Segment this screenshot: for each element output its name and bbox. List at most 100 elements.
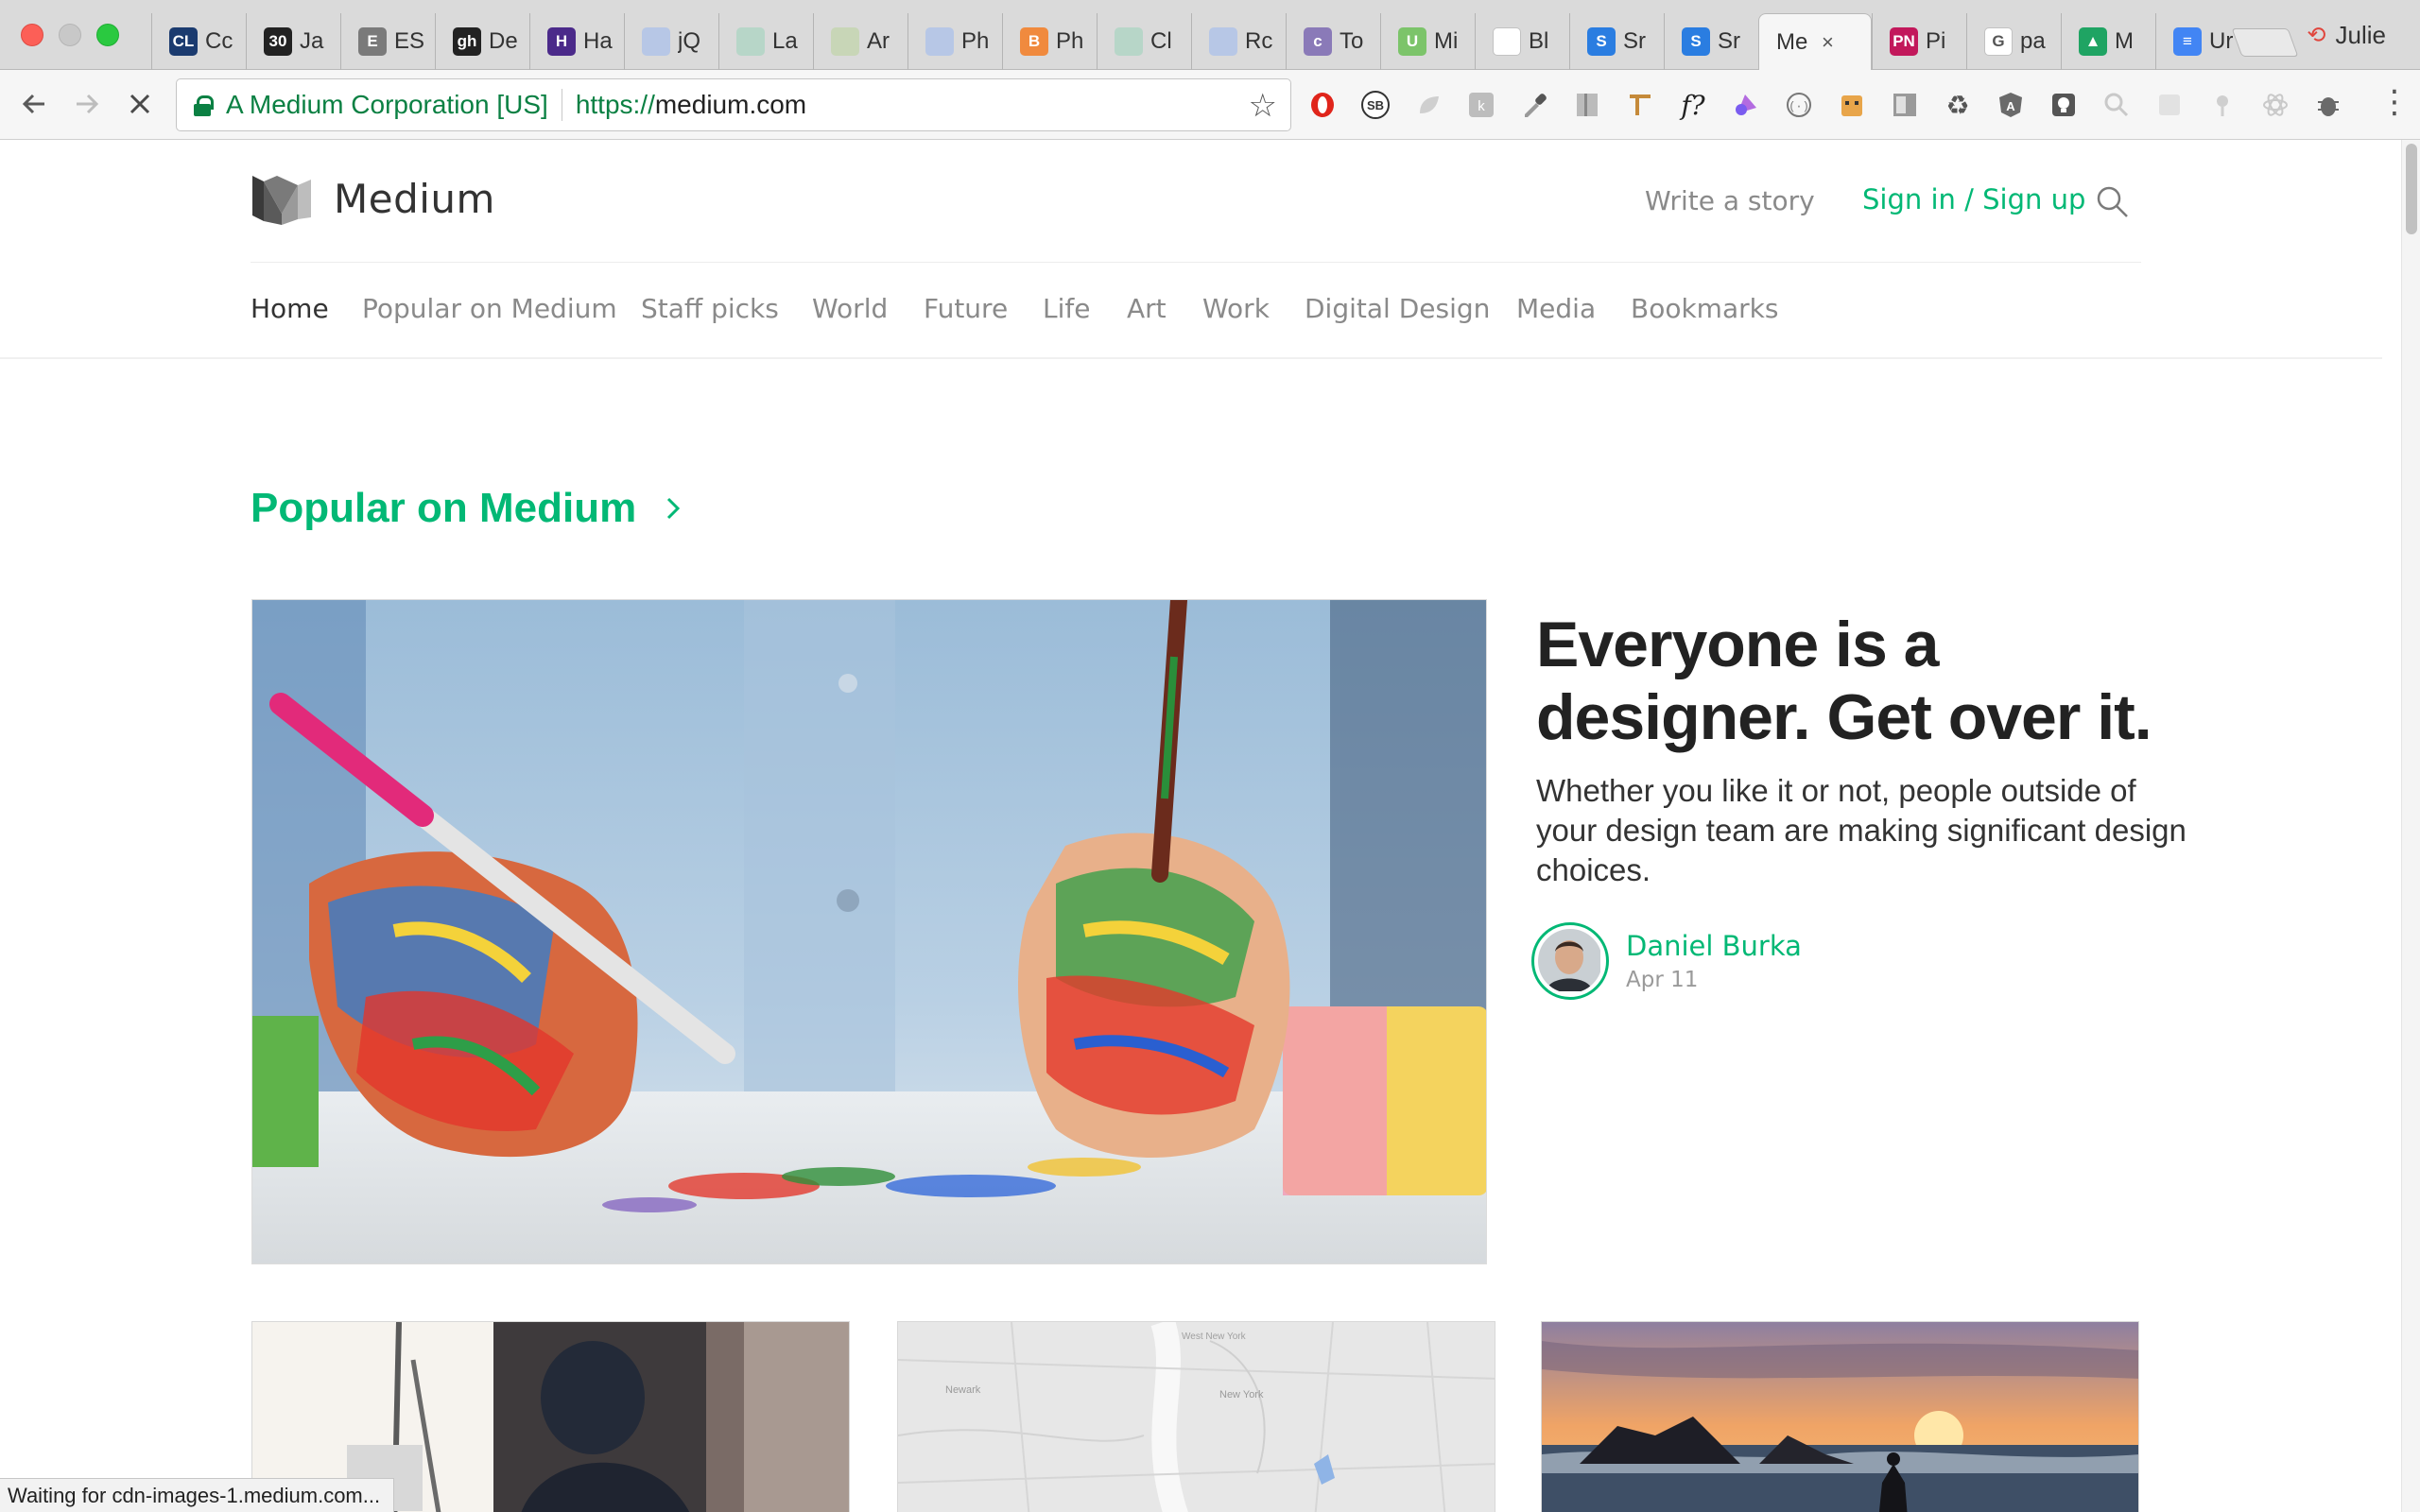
browser-tab[interactable]: La — [718, 13, 813, 70]
browser-tabs: CL Cc 30 Ja E ES gh De H Ha jQ La Ar Ph B Ph Cl Rc c To U Mi B… — [151, 13, 2250, 70]
whatfont-extension-icon[interactable]: f? — [1675, 87, 1711, 123]
dimensions-extension-icon[interactable] — [1622, 87, 1658, 123]
sync-error-icon: ⟲ — [2307, 23, 2326, 48]
scrollbar-thumb[interactable] — [2406, 144, 2417, 234]
tab-favicon-icon — [831, 27, 859, 56]
secure-lock-icon — [194, 95, 214, 116]
recycle-extension-icon[interactable]: ♻ — [1940, 87, 1976, 123]
nav-item-digital-design[interactable]: Digital Design — [1305, 293, 1490, 324]
nav-item-home[interactable]: Home — [251, 293, 329, 324]
browser-tab[interactable]: jQ — [624, 13, 718, 70]
robot-extension-icon[interactable] — [1834, 87, 1870, 123]
browser-tab[interactable]: Rc — [1191, 13, 1286, 70]
eyedropper-icon[interactable] — [1516, 87, 1552, 123]
browser-tab[interactable]: Ph — [908, 13, 1002, 70]
close-window-button[interactable] — [21, 24, 43, 46]
section-title[interactable]: Popular on Medium — [251, 485, 636, 532]
tab-favicon-icon: U — [1398, 27, 1426, 56]
nav-item-work[interactable]: Work — [1202, 293, 1270, 324]
story-card-image[interactable] — [1541, 1321, 2139, 1512]
hero-image[interactable] — [251, 599, 1487, 1264]
bookmark-star-icon[interactable]: ☆ — [1249, 87, 1277, 125]
browser-toolbar: A Medium Corporation [US] https:// mediu… — [0, 70, 2420, 140]
nav-item-life[interactable]: Life — [1043, 293, 1090, 324]
author-name[interactable]: Daniel Burka — [1626, 930, 1802, 962]
browser-tab[interactable]: Bl — [1475, 13, 1569, 70]
profile-button[interactable]: ⟲ Julie — [2307, 21, 2386, 50]
nav-item-popular[interactable]: Popular on Medium — [362, 293, 617, 324]
new-tab-button[interactable] — [2231, 28, 2299, 57]
bug-extension-icon[interactable] — [2310, 87, 2346, 123]
tab-favicon-icon: S — [1587, 27, 1616, 56]
logo-wordmark: Medium — [334, 175, 495, 222]
nav-item-future[interactable]: Future — [924, 293, 1008, 324]
profile-name: Julie — [2335, 21, 2386, 49]
angular-extension-icon[interactable]: A — [1993, 87, 2029, 123]
back-button[interactable] — [13, 83, 55, 125]
section-header-popular[interactable]: Popular on Medium — [251, 485, 683, 532]
code-extension-icon[interactable]: (·) — [1781, 87, 1817, 123]
tab-close-icon[interactable]: × — [1822, 30, 1834, 55]
pin-extension-icon[interactable] — [2204, 87, 2240, 123]
forward-button[interactable] — [66, 83, 108, 125]
sb-extension-icon[interactable]: SB — [1357, 87, 1393, 123]
search-icon[interactable] — [2094, 183, 2132, 221]
browser-tab[interactable]: ▲ M — [2061, 13, 2155, 70]
tab-title: Pi — [1926, 28, 1946, 54]
story-card-image[interactable]: Newark New York West New York — [897, 1321, 1495, 1512]
nav-item-world[interactable]: World — [812, 293, 888, 324]
browser-tab[interactable]: Gpa — [1966, 13, 2061, 70]
tab-favicon-icon — [1115, 27, 1143, 56]
write-a-story-link[interactable]: Write a story — [1645, 185, 1815, 216]
ev-certificate-label[interactable]: A Medium Corporation [US] — [226, 90, 548, 120]
chevron-right-icon — [667, 497, 681, 520]
page-scrollbar[interactable] — [2401, 140, 2420, 1512]
browser-tab[interactable]: U Mi — [1380, 13, 1475, 70]
tab-title: Me — [1776, 28, 1808, 55]
nav-item-art[interactable]: Art — [1127, 293, 1167, 324]
browser-tab[interactable]: 30 Ja — [246, 13, 340, 70]
browser-tab[interactable]: Cl — [1097, 13, 1191, 70]
k-extension-icon[interactable]: k — [1463, 87, 1499, 123]
medium-logo[interactable]: Medium — [251, 172, 495, 225]
nav-item-bookmarks[interactable]: Bookmarks — [1631, 293, 1778, 324]
site-header: Medium Write a story Sign in / Sign up — [251, 140, 2141, 263]
layout-extension-icon[interactable] — [1887, 87, 1923, 123]
browser-tab[interactable]: PN Pi — [1872, 13, 1966, 70]
react-extension-icon[interactable] — [2257, 87, 2293, 123]
nav-item-staff-picks[interactable]: Staff picks — [641, 293, 779, 324]
browser-tab[interactable]: E ES — [340, 13, 435, 70]
browser-tab-active[interactable]: Me × — [1758, 13, 1872, 70]
post-date: Apr 11 — [1626, 968, 1699, 992]
nav-item-media[interactable]: Media — [1516, 293, 1596, 324]
bulb-extension-icon[interactable] — [2046, 87, 2082, 123]
opera-extension-icon[interactable] — [1305, 87, 1340, 123]
browser-tab[interactable]: H Ha — [529, 13, 624, 70]
stop-x-icon — [130, 94, 150, 114]
browser-menu-icon[interactable]: ⋮ — [2378, 83, 2411, 121]
browser-tab[interactable]: gh De — [435, 13, 529, 70]
browser-tab[interactable]: Ar — [813, 13, 908, 70]
hero-title[interactable]: Everyone is a designer. Get over it. — [1536, 609, 2198, 754]
tab-title: ES — [394, 28, 425, 54]
browser-tab[interactable]: S Sr — [1664, 13, 1758, 70]
color-extension-icon[interactable] — [1728, 87, 1764, 123]
browser-tab[interactable]: CL Cc — [151, 13, 246, 70]
hero-subtitle[interactable]: Whether you like it or not, people outsi… — [1536, 771, 2188, 890]
browser-tab[interactable]: B Ph — [1002, 13, 1097, 70]
address-bar[interactable]: A Medium Corporation [US] https:// mediu… — [176, 78, 1291, 131]
tab-favicon-icon: gh — [453, 27, 481, 56]
minimize-window-button[interactable] — [59, 24, 81, 46]
author-avatar[interactable] — [1531, 922, 1609, 1000]
stop-loading-button[interactable] — [119, 83, 161, 125]
tab-title: Ar — [867, 28, 890, 54]
browser-tab[interactable]: S Sr — [1569, 13, 1664, 70]
leaf-extension-icon[interactable] — [1410, 87, 1446, 123]
blank-extension-icon[interactable] — [2152, 87, 2187, 123]
nav-divider — [0, 357, 2382, 359]
sign-in-link[interactable]: Sign in / Sign up — [1862, 183, 2085, 215]
magnifier-extension-icon[interactable] — [2099, 87, 2135, 123]
ruler-extension-icon[interactable] — [1569, 87, 1605, 123]
maximize-window-button[interactable] — [96, 24, 119, 46]
browser-tab[interactable]: c To — [1286, 13, 1380, 70]
